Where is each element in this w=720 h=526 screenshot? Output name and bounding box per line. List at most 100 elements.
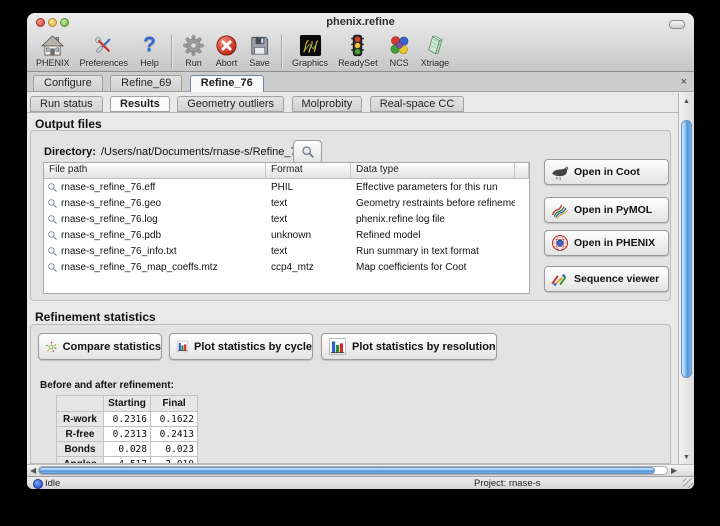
scroll-up-icon[interactable]: ▲ bbox=[679, 98, 694, 105]
stat-value: 0.023 bbox=[151, 442, 198, 457]
status-text: Idle bbox=[45, 478, 60, 489]
window-title: phenix.refine bbox=[27, 16, 694, 28]
toolbar-label: Graphics bbox=[292, 58, 328, 68]
magnifier-icon bbox=[47, 230, 58, 241]
file-row[interactable]: rnase-s_refine_76_info.txt text Run summ… bbox=[44, 243, 529, 259]
scroll-down-icon[interactable]: ▼ bbox=[679, 454, 694, 461]
toolbar-button-phenix[interactable]: PHENIX bbox=[31, 34, 75, 68]
graphics-icon bbox=[299, 34, 322, 57]
subtab-results[interactable]: Results bbox=[110, 96, 170, 112]
file-row[interactable]: rnase-s_refine_76.geo text Geometry rest… bbox=[44, 195, 529, 211]
before-after-label: Before and after refinement: bbox=[40, 380, 174, 391]
network-graph-icon bbox=[45, 337, 58, 357]
horizontal-scrollbar-thumb[interactable] bbox=[39, 467, 655, 474]
compare-statistics-button[interactable]: Compare statistics bbox=[38, 333, 162, 360]
file-format: ccp4_mtz bbox=[266, 262, 351, 273]
toolbar-button-save[interactable]: Save bbox=[243, 34, 276, 68]
phenix-refine-window: phenix.refine PHENIX bbox=[27, 13, 694, 489]
project-label: Project: rnase-s bbox=[474, 478, 541, 489]
toolbar-toggle-pill[interactable] bbox=[669, 20, 685, 29]
stats-row-bonds: Bonds 0.028 0.023 bbox=[57, 442, 198, 457]
file-data-type: Effective parameters for this run bbox=[351, 182, 515, 193]
sequence-viewer-button[interactable]: Sequence viewer bbox=[544, 266, 669, 292]
file-data-type: Refined model bbox=[351, 230, 515, 241]
horizontal-scrollbar-track[interactable] bbox=[38, 466, 668, 475]
file-format: text bbox=[266, 246, 351, 257]
magnifier-icon bbox=[47, 214, 58, 225]
toolbar-label: Help bbox=[140, 58, 159, 68]
bar-chart-icon bbox=[328, 337, 347, 356]
subtab-geometry-outliers[interactable]: Geometry outliers bbox=[177, 96, 284, 112]
tab-refine-69[interactable]: Refine_69 bbox=[110, 75, 182, 92]
file-row[interactable]: rnase-s_refine_76.eff PHIL Effective par… bbox=[44, 179, 529, 195]
results-subtab-bar: Run status Results Geometry outliers Mol… bbox=[30, 93, 467, 112]
file-row[interactable]: rnase-s_refine_76.pdb unknown Refined mo… bbox=[44, 227, 529, 243]
toolbar-button-readyset[interactable]: ReadySet bbox=[333, 34, 383, 68]
toolbar-button-preferences[interactable]: Preferences bbox=[75, 34, 134, 68]
vertical-scrollbar-thumb[interactable] bbox=[681, 120, 692, 378]
plot-statistics-by-cycle-button[interactable]: Plot statistics by cycle bbox=[169, 333, 313, 360]
plot-statistics-by-resolution-button[interactable]: Plot statistics by resolution bbox=[321, 333, 497, 360]
spheres-cluster-icon bbox=[388, 34, 411, 57]
toolbar-button-ncs[interactable]: NCS bbox=[383, 34, 416, 68]
file-format: unknown bbox=[266, 230, 351, 241]
tab-close-icon[interactable]: × bbox=[681, 75, 687, 89]
scroll-right-icon[interactable]: ▶ bbox=[671, 465, 677, 476]
file-row[interactable]: rnase-s_refine_76_map_coeffs.mtz ccp4_mt… bbox=[44, 259, 529, 275]
file-row[interactable]: rnase-s_refine_76.log text phenix.refine… bbox=[44, 211, 529, 227]
tools-icon bbox=[92, 34, 115, 57]
open-in-coot-button[interactable]: Open in Coot bbox=[544, 159, 669, 185]
crystal-icon bbox=[423, 34, 446, 57]
subtab-real-space-cc[interactable]: Real-space CC bbox=[370, 96, 465, 112]
toolbar-button-graphics[interactable]: Graphics bbox=[287, 34, 333, 68]
subtab-run-status[interactable]: Run status bbox=[30, 96, 103, 112]
abort-icon bbox=[215, 34, 238, 57]
output-files-heading: Output files bbox=[35, 117, 102, 131]
resize-grip[interactable] bbox=[683, 478, 693, 488]
stat-value: 0.2316 bbox=[104, 412, 151, 427]
file-path: rnase-s_refine_76_map_coeffs.mtz bbox=[61, 262, 218, 273]
stats-row-angles: Angles 4.517 2.010 bbox=[57, 457, 198, 465]
open-in-phenix-button[interactable]: Open in PHENIX bbox=[544, 230, 669, 256]
toolbar-separator bbox=[281, 35, 282, 69]
scroll-left-icon[interactable]: ◀ bbox=[30, 465, 36, 476]
toolbar-label: Save bbox=[249, 58, 270, 68]
toolbar-button-xtriage[interactable]: Xtriage bbox=[416, 34, 455, 68]
open-in-pymol-button[interactable]: Open in PyMOL bbox=[544, 197, 669, 223]
toolbar-button-abort[interactable]: Abort bbox=[210, 34, 243, 68]
files-table-header[interactable]: File path Format Data type bbox=[44, 163, 529, 179]
pymol-icon bbox=[550, 200, 570, 220]
tab-refine-76[interactable]: Refine_76 bbox=[190, 75, 264, 93]
results-page: Run status Results Geometry outliers Mol… bbox=[27, 92, 694, 464]
coot-bird-icon bbox=[550, 163, 570, 181]
toolbar-separator bbox=[171, 35, 172, 69]
magnifier-icon bbox=[47, 198, 58, 209]
toolbar-button-help[interactable]: ? Help bbox=[133, 34, 166, 68]
button-label: Compare statistics bbox=[63, 341, 161, 353]
stats-corner-cell bbox=[57, 396, 104, 412]
browse-directory-button[interactable] bbox=[293, 140, 322, 164]
file-data-type: Geometry restraints before refinement bbox=[351, 198, 515, 209]
file-format: PHIL bbox=[266, 182, 351, 193]
horizontal-scrollbar[interactable]: ◀ ▶ bbox=[27, 464, 694, 476]
tab-configure[interactable]: Configure bbox=[33, 75, 103, 92]
bar-chart-icon bbox=[176, 337, 189, 356]
title-bar[interactable]: phenix.refine bbox=[27, 13, 694, 33]
column-header-data-type[interactable]: Data type bbox=[351, 163, 515, 178]
vertical-scrollbar[interactable]: ▲ ▼ bbox=[678, 93, 694, 464]
column-header-file-path[interactable]: File path bbox=[44, 163, 266, 178]
refinement-statistics-groupbox: Compare statistics Plot statistics by cy… bbox=[30, 324, 671, 464]
button-label: Open in Coot bbox=[574, 166, 640, 178]
column-header-format[interactable]: Format bbox=[266, 163, 351, 178]
magnifier-icon bbox=[47, 262, 58, 273]
run-tab-bar: Configure Refine_69 Refine_76 × bbox=[27, 72, 694, 92]
stats-row-r-free: R-free 0.2313 0.2413 bbox=[57, 427, 198, 442]
output-files-table: File path Format Data type rnase-s_refin… bbox=[43, 162, 530, 294]
file-format: text bbox=[266, 198, 351, 209]
subtab-molprobity[interactable]: Molprobity bbox=[292, 96, 363, 112]
file-data-type: Run summary in text format bbox=[351, 246, 515, 257]
house-icon bbox=[41, 34, 64, 57]
stats-column-starting: Starting bbox=[104, 396, 151, 412]
toolbar-button-run[interactable]: Run bbox=[177, 34, 210, 68]
window-chrome: phenix.refine PHENIX bbox=[27, 13, 694, 72]
